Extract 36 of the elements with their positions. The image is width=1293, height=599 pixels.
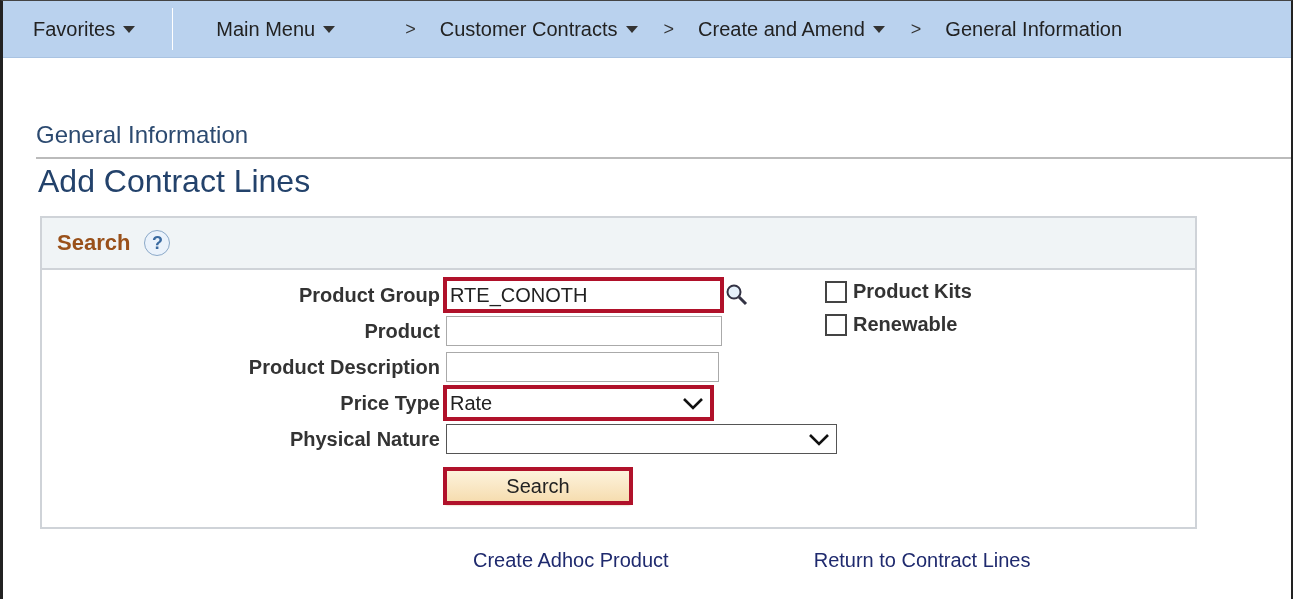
- nav-menu[interactable]: Customer Contracts: [439, 17, 638, 41]
- nav-menu[interactable]: Main Menu: [216, 17, 336, 41]
- page-subtitle: General Information: [36, 121, 250, 149]
- search-icon[interactable]: [725, 283, 749, 307]
- link[interactable]: Create Adhoc Product: [473, 549, 669, 572]
- caret-icon: [123, 25, 136, 33]
- field-label: Physical Nature: [288, 427, 440, 451]
- chevron-down-icon: [682, 396, 704, 410]
- field-label: Price Type: [339, 391, 440, 415]
- field-label: Product: [363, 319, 440, 343]
- search-button[interactable]: Search: [446, 470, 630, 502]
- dropdown[interactable]: Rate: [446, 388, 711, 418]
- help-icon[interactable]: ?: [144, 230, 171, 256]
- chevron-down-icon: [808, 432, 830, 446]
- page-title: Add Contract Lines: [38, 163, 312, 200]
- caret-icon: [323, 25, 336, 33]
- checkbox-label: Renewable: [853, 313, 958, 336]
- text-field[interactable]: [446, 316, 722, 346]
- checkbox-label: Product Kits: [853, 280, 972, 303]
- text-field[interactable]: RTE_CONOTH: [446, 280, 721, 310]
- nav-menu[interactable]: Create and Amend: [698, 17, 885, 41]
- dropdown[interactable]: [446, 424, 837, 454]
- panel-title: Search: [57, 230, 131, 256]
- breadcrumb-separator: >: [405, 18, 416, 40]
- link[interactable]: Return to Contract Lines: [813, 549, 1031, 572]
- text-field[interactable]: [446, 352, 719, 382]
- breadcrumb-separator: >: [663, 18, 675, 40]
- breadcrumb-separator: >: [910, 18, 922, 40]
- nav-menu[interactable]: Favorites: [33, 17, 136, 41]
- checkbox[interactable]: [825, 280, 847, 303]
- checkbox[interactable]: [825, 313, 847, 336]
- caret-icon: [872, 25, 885, 33]
- caret-icon: [625, 25, 638, 33]
- breadcrumb-link[interactable]: General Information: [945, 17, 1123, 41]
- field-label: Product Group: [297, 283, 440, 307]
- field-label: Product Description: [247, 355, 440, 379]
